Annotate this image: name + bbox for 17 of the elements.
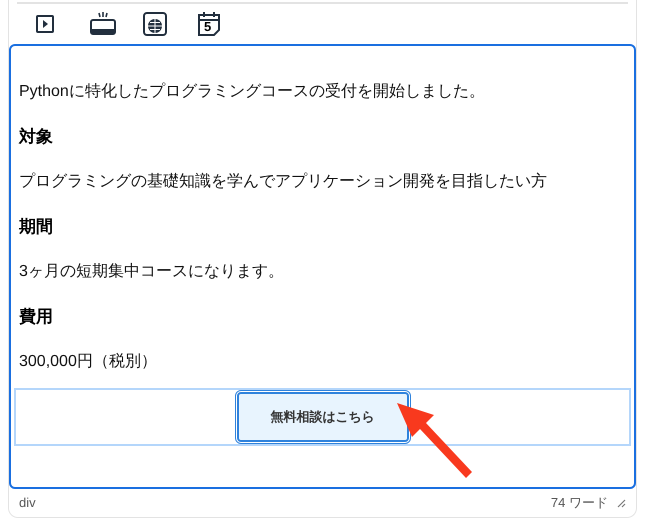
paragraph: 3ヶ月の短期集中コースになります。 bbox=[19, 262, 285, 282]
globe-icon bbox=[143, 12, 167, 36]
consultation-button[interactable]: 無料相談はこちら bbox=[236, 392, 408, 442]
heading: 対象 bbox=[19, 126, 54, 148]
paragraph: プログラミングの基礎知識を学んでアプリケーション開発を目指したい方 bbox=[19, 172, 548, 192]
tv-icon bbox=[89, 12, 117, 36]
paragraph: Pythonに特化したプログラミングコースの受付を開始しました。 bbox=[19, 82, 486, 102]
editor-area[interactable]: Pythonに特化したプログラミングコースの受付を開始しました。 対象 プログラミングの基礎知識を学んでアプリケーション開発を目指したい方 期間 3ヶ月の短期集中コースになります。 費用 300,000円（税別） 無料相談はこちら bbox=[9, 44, 636, 489]
heading: 期間 bbox=[19, 216, 54, 238]
resize-handle-icon[interactable] bbox=[616, 498, 626, 508]
calendar-button[interactable]: 5 bbox=[189, 7, 243, 41]
element-path[interactable]: div bbox=[19, 493, 36, 513]
heading: 費用 bbox=[19, 306, 54, 328]
calendar-date: 5 bbox=[204, 20, 212, 34]
paragraph: 300,000円（税別） bbox=[19, 352, 158, 372]
play-icon bbox=[35, 14, 55, 34]
word-count: 74 ワード bbox=[550, 494, 608, 512]
